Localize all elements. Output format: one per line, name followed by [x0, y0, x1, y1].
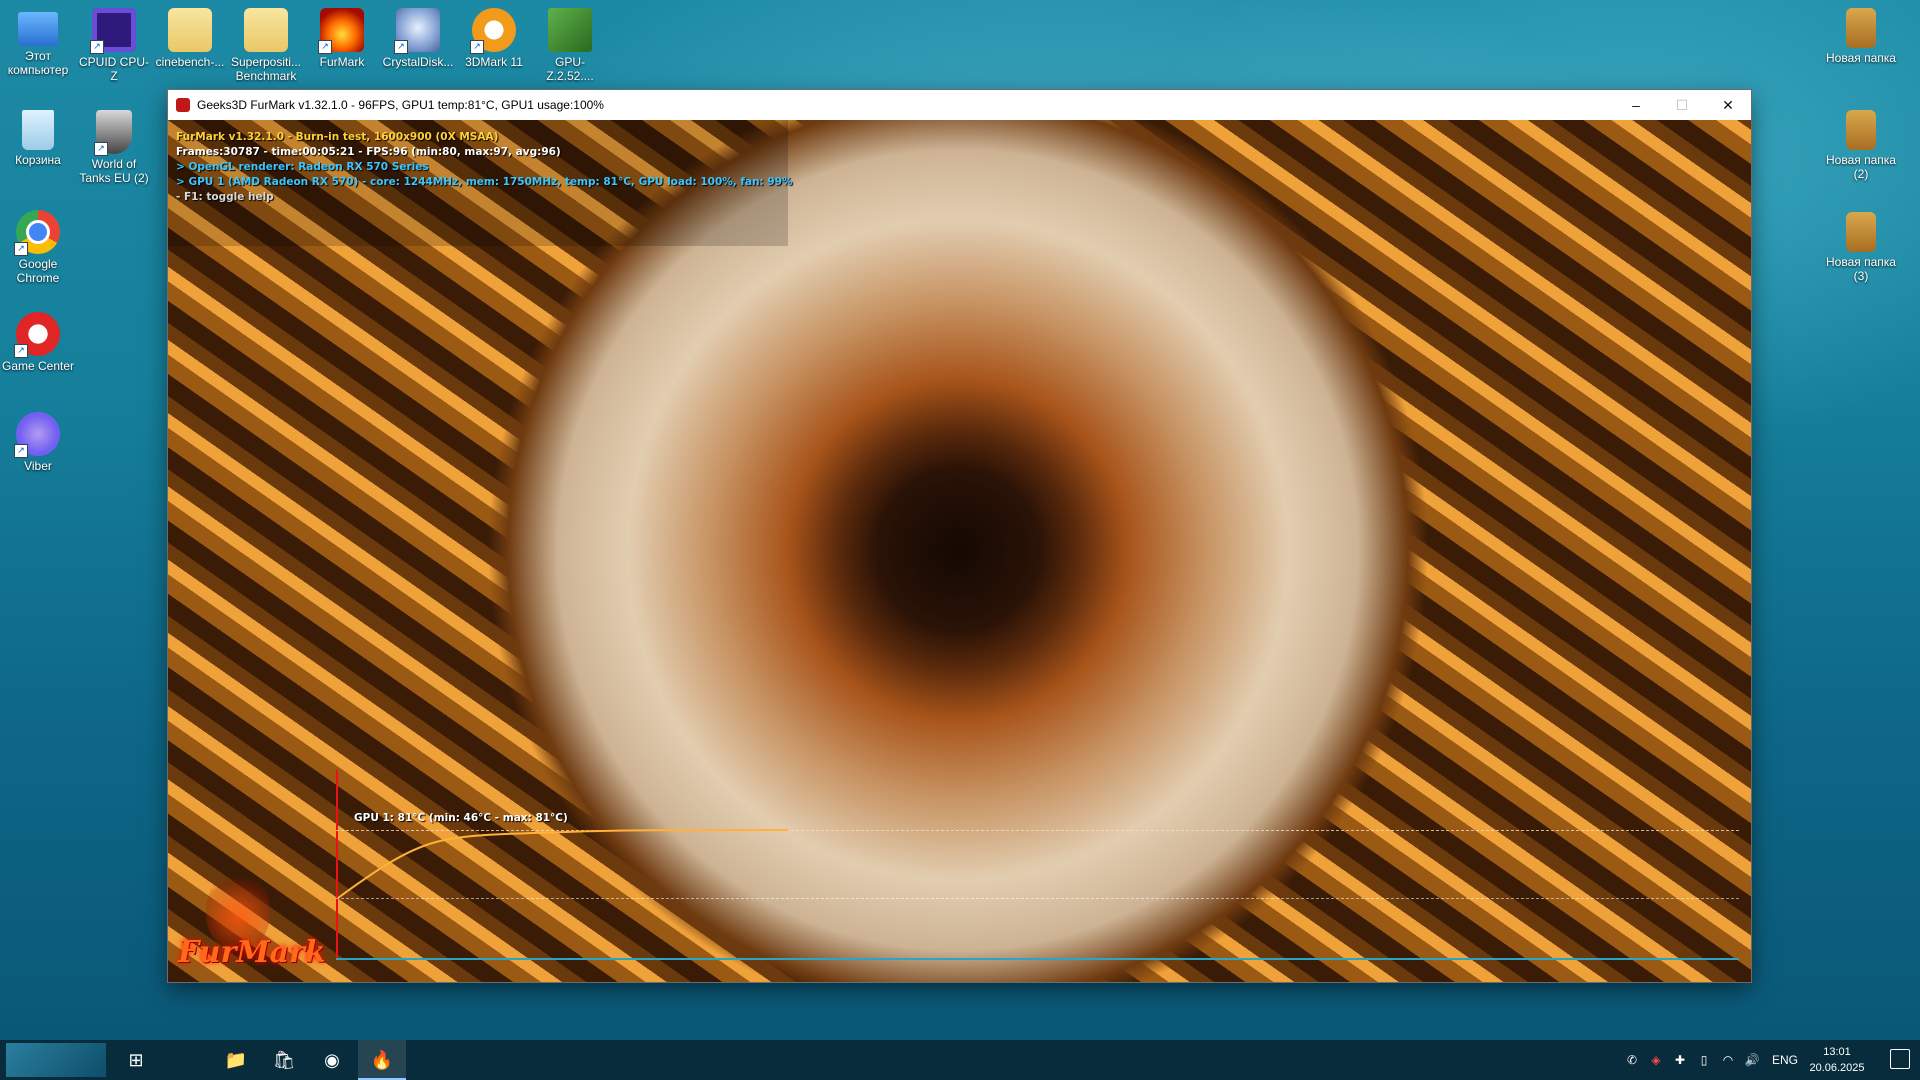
maximize-button[interactable]: ☐ — [1659, 90, 1705, 120]
world-of-tanks-icon: ↗ — [94, 110, 132, 156]
taskbar-chrome[interactable]: ◉ — [308, 1040, 356, 1080]
furmark-icon — [176, 98, 190, 112]
hud-line-renderer: > OpenGL renderer: Radeon RX 570 Series — [176, 161, 429, 173]
desktop-icon-label: Superpositi... Benchmark — [230, 55, 302, 83]
desktop-icon-label: Viber — [24, 459, 52, 473]
desktop-icon-this-computer[interactable]: Этот компьютер — [0, 4, 76, 77]
desktop-icon-label: Game Center — [1, 359, 75, 373]
desktop-icon-new-folder-3[interactable]: Новая папка (3) — [1823, 208, 1899, 283]
clock-time: 13:01 — [1823, 1046, 1851, 1058]
desktop-icon-gpu-z[interactable]: GPU-Z.2.52.... — [532, 4, 608, 83]
desktop-icon-new-folder-2[interactable]: Новая папка (2) — [1823, 106, 1899, 181]
desktop-icon-crystaldisk[interactable]: ↗ CrystalDisk... — [380, 4, 456, 69]
hud-line-frames: Frames:30787 - time:00:05:21 - FPS:96 (m… — [176, 146, 561, 158]
desktop-icon-label: Новая папка (3) — [1826, 255, 1896, 283]
desktop-icon-label: World of Tanks EU (2) — [79, 157, 149, 185]
temperature-curve — [337, 829, 789, 899]
folder-icon: 📁 — [224, 1050, 248, 1070]
graph-baseline — [336, 958, 1739, 960]
tray-viber-icon[interactable]: ✆ — [1620, 1040, 1644, 1080]
recycle-bin-icon — [22, 110, 54, 150]
window-titlebar[interactable]: Geeks3D FurMark v1.32.1.0 - 96FPS, GPU1 … — [168, 90, 1751, 120]
desktop-icon-3dmark[interactable]: ↗ 3DMark 11 — [456, 4, 532, 69]
taskbar-store[interactable]: 🛍 — [260, 1040, 308, 1080]
render-viewport[interactable]: FurMark v1.32.1.0 - Burn-in test, 1600x9… — [168, 120, 1751, 982]
desktop-icon-new-folder[interactable]: Новая папка — [1823, 4, 1899, 65]
hud-line-title: FurMark v1.32.1.0 - Burn-in test, 1600x9… — [176, 131, 499, 143]
desktop-icon-label: Корзина — [15, 153, 61, 167]
logo-text: FurMark — [178, 935, 326, 970]
desktop-icon-label: FurMark — [319, 55, 365, 69]
folder-icon — [168, 8, 212, 52]
desktop-icon-furmark[interactable]: ↗ FurMark — [304, 4, 380, 69]
clock-date: 20.06.2025 — [1809, 1062, 1865, 1074]
graph-label: GPU 1: 81°C (min: 46°C - max: 81°C) — [354, 812, 568, 824]
tray-volume-icon[interactable]: 🔊 — [1740, 1040, 1764, 1080]
hud-line-help: - F1: toggle help — [176, 191, 274, 203]
desktop-icon-game-center[interactable]: ↗ Game Center — [0, 308, 76, 373]
desktop-icon-label: Новая папка (2) — [1826, 153, 1896, 181]
desktop-icon-world-of-tanks[interactable]: ↗ World of Tanks EU (2) — [76, 106, 152, 185]
desktop-icon-cpu-z[interactable]: ↗ CPUID CPU-Z — [76, 4, 152, 83]
start-button[interactable] — [6, 1043, 106, 1077]
tray-battery-icon[interactable]: ▯ — [1692, 1040, 1716, 1080]
gpu-z-icon — [548, 8, 592, 52]
desktop-icon-label: Google Chrome — [16, 257, 60, 285]
notification-center-icon[interactable] — [1890, 1049, 1910, 1069]
furmark-icon: 🔥 — [370, 1050, 394, 1070]
desktop-icon-label: 3DMark 11 — [465, 55, 523, 69]
desktop-icon-chrome[interactable]: ↗ Google Chrome — [0, 206, 76, 285]
desktop-icon-label: cinebench-... — [155, 55, 225, 69]
close-button[interactable]: ✕ — [1705, 90, 1751, 120]
task-view-icon: ⊞ — [128, 1050, 144, 1070]
minimize-button[interactable]: – — [1613, 90, 1659, 120]
folder-icon — [1846, 8, 1876, 48]
furmark-window[interactable]: Geeks3D FurMark v1.32.1.0 - 96FPS, GPU1 … — [168, 90, 1751, 982]
desktop-icon-label: CrystalDisk... — [382, 55, 454, 69]
desktop-icon-label: CPUID CPU-Z — [78, 55, 149, 83]
store-icon: 🛍 — [272, 1050, 296, 1070]
chrome-icon: ◉ — [324, 1050, 340, 1070]
chrome-icon: ↗ — [14, 210, 60, 256]
3dmark-icon: ↗ — [470, 8, 516, 54]
desktop-icon-superposition[interactable]: Superpositi... Benchmark — [228, 4, 304, 83]
tray-game-center-icon[interactable]: ◈ — [1644, 1040, 1668, 1080]
desktop-icon-recycle-bin[interactable]: Корзина — [0, 106, 76, 167]
window-title: Geeks3D FurMark v1.32.1.0 - 96FPS, GPU1 … — [197, 98, 604, 112]
cpu-z-icon: ↗ — [90, 8, 136, 54]
viber-icon: ↗ — [14, 412, 60, 458]
tray-clock[interactable]: 13:01 20.06.2025 — [1802, 1044, 1872, 1076]
desktop-icon-label: Новая папка — [1826, 51, 1896, 65]
taskbar-furmark[interactable]: 🔥 — [358, 1040, 406, 1080]
desktop-icon-label: Этот компьютер — [7, 49, 69, 77]
game-center-icon: ↗ — [14, 312, 60, 358]
folder-icon — [1846, 212, 1876, 252]
computer-icon — [18, 12, 58, 46]
tray-language[interactable]: ENG — [1768, 1040, 1802, 1080]
furmark-logo: FurMark — [178, 870, 326, 970]
tray-security-icon[interactable]: ✚ — [1668, 1040, 1692, 1080]
task-view-button[interactable]: ⊞ — [112, 1040, 160, 1080]
furmark-icon: ↗ — [318, 8, 364, 54]
desktop-icon-label: GPU-Z.2.52.... — [546, 55, 594, 83]
taskbar-file-explorer[interactable]: 📁 — [212, 1040, 260, 1080]
temperature-graph: GPU 1: 81°C (min: 46°C - max: 81°C) — [336, 770, 1739, 970]
tray-network-icon[interactable]: ◠ — [1716, 1040, 1740, 1080]
hud-line-gpu: > GPU 1 (AMD Radeon RX 570) - core: 1244… — [176, 176, 793, 188]
taskbar: ⊞ 📁 🛍 ◉ 🔥 ✆ ◈ ✚ ▯ ◠ 🔊 ENG 13:01 20.06.20… — [0, 1040, 1920, 1080]
desktop-icon-cinebench[interactable]: cinebench-... — [152, 4, 228, 69]
folder-icon — [244, 8, 288, 52]
crystaldisk-icon: ↗ — [394, 8, 440, 54]
desktop-icon-viber[interactable]: ↗ Viber — [0, 408, 76, 473]
folder-icon — [1846, 110, 1876, 150]
